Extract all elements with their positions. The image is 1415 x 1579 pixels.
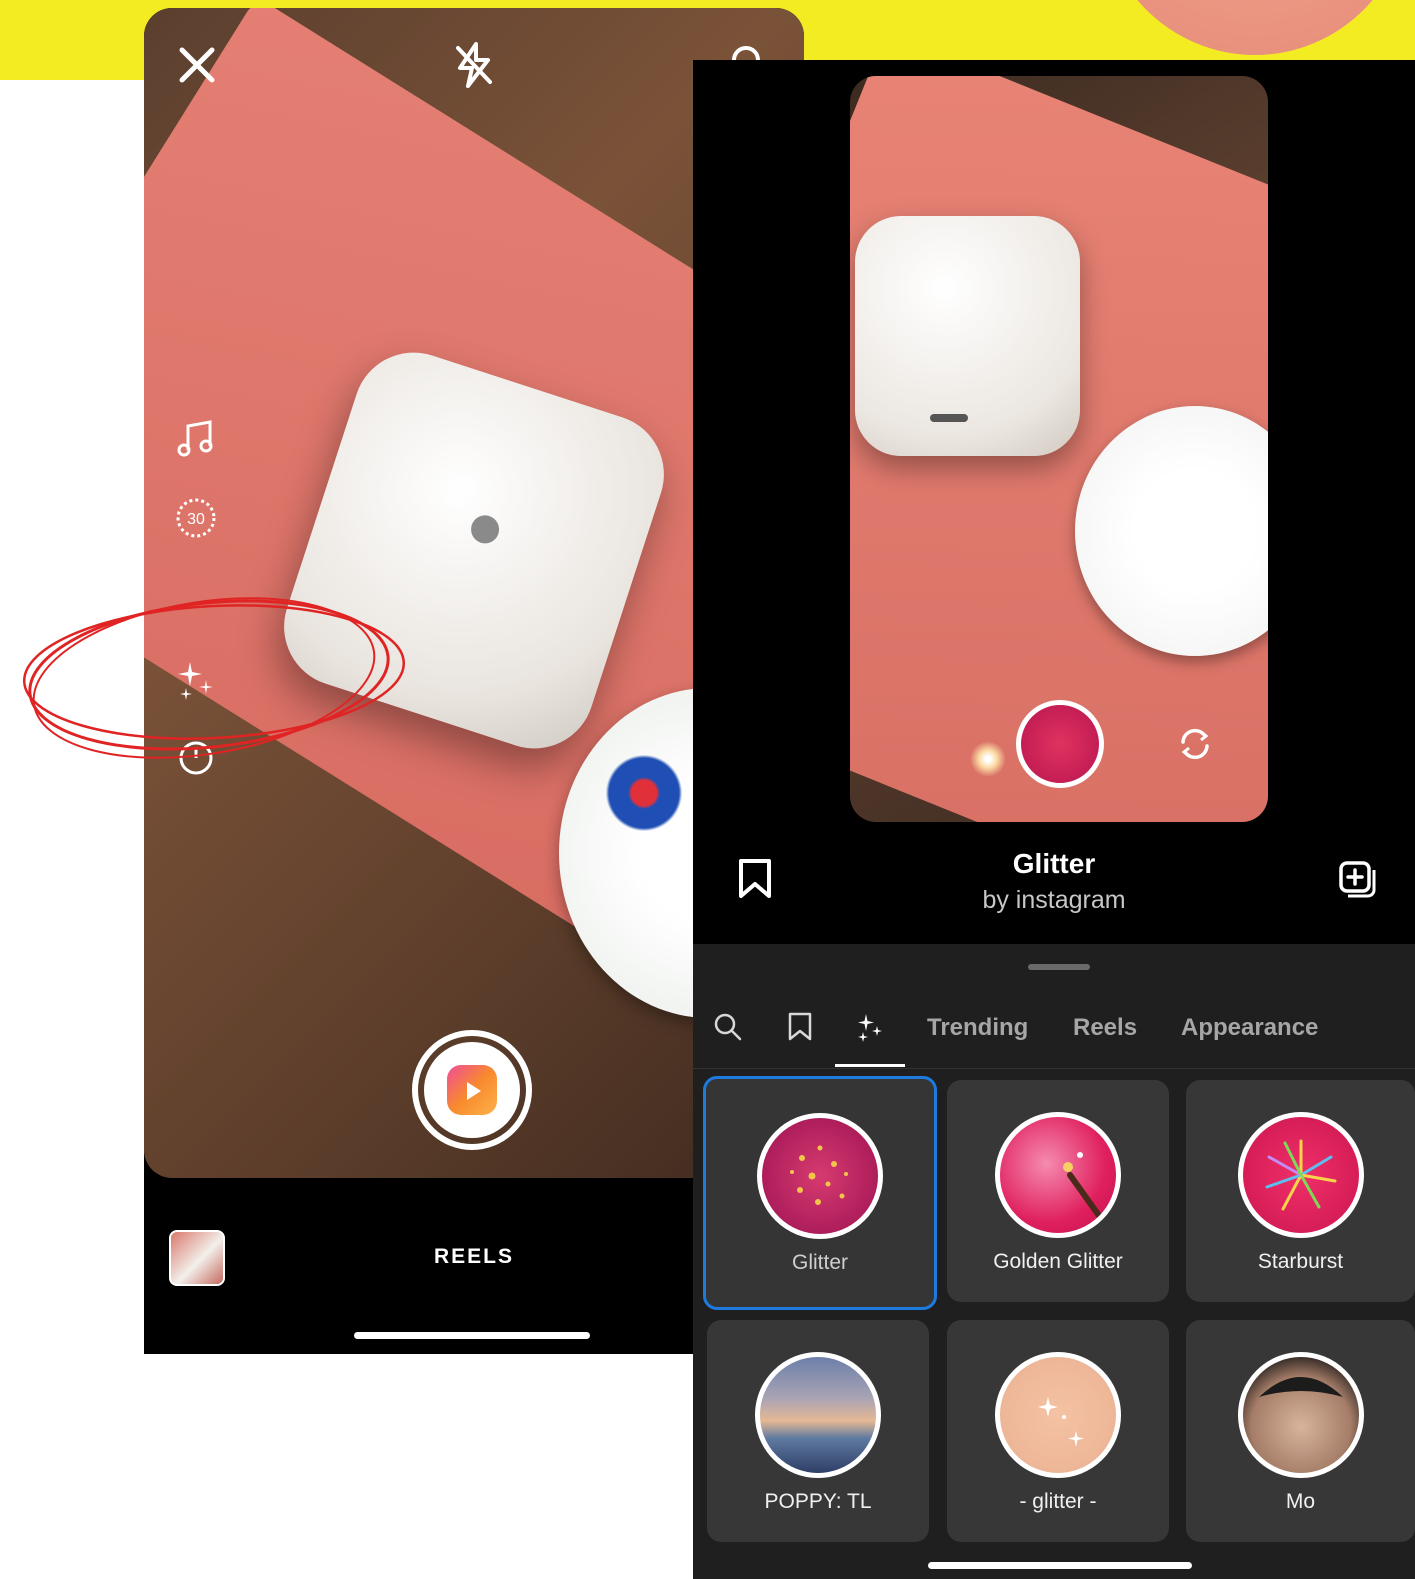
home-indicator: [354, 1332, 590, 1339]
effects-tabs: Trending Reels Appearance: [693, 1002, 1415, 1069]
effects-sheet: Trending Reels Appearance Glitter Golden…: [693, 944, 1415, 1579]
add-effect-icon[interactable]: [1338, 860, 1378, 900]
home-indicator: [928, 1562, 1192, 1569]
effect-label: Starburst: [1257, 1250, 1344, 1273]
effect-card-glitter-2[interactable]: - glitter -: [947, 1320, 1169, 1542]
photo-airpods-case: [855, 216, 1080, 456]
effects-screen: Glitter by instagram Trending Reels Appe…: [693, 60, 1415, 1579]
effect-card-mo[interactable]: Mo: [1186, 1320, 1415, 1542]
effect-thumbnail: [995, 1112, 1121, 1238]
timer-length-icon[interactable]: 30: [174, 496, 218, 540]
effect-label: POPPY: TL: [764, 1490, 872, 1513]
effect-thumbnail: [1237, 1352, 1364, 1478]
reels-logo-icon: [447, 1065, 497, 1115]
music-icon[interactable]: [174, 416, 218, 460]
saved-effects-icon[interactable]: [787, 1012, 819, 1044]
sheet-handle[interactable]: [1028, 964, 1090, 970]
effect-card-golden-glitter[interactable]: Golden Glitter: [947, 1080, 1169, 1302]
tab-trending[interactable]: Trending: [927, 1014, 1028, 1042]
flash-off-icon[interactable]: [452, 42, 496, 96]
flip-camera-icon[interactable]: [1175, 724, 1215, 764]
record-button[interactable]: [412, 1030, 532, 1150]
effect-thumbnail: [1237, 1112, 1364, 1238]
active-tab-indicator: [835, 1064, 905, 1067]
tabs-divider: [693, 1068, 1415, 1069]
tab-appearance[interactable]: Appearance: [1181, 1014, 1318, 1042]
effect-capture-button[interactable]: [1016, 700, 1104, 788]
search-icon[interactable]: [713, 1012, 745, 1044]
effect-preview: [850, 76, 1268, 822]
effect-thumbnail: [755, 1352, 881, 1478]
effect-author[interactable]: by instagram: [693, 886, 1415, 915]
effect-card-starburst[interactable]: Starburst: [1186, 1080, 1415, 1302]
effect-card-poppy-tl[interactable]: POPPY: TL: [707, 1320, 929, 1542]
effect-card-glitter[interactable]: Glitter: [703, 1076, 937, 1310]
effect-thumbnail: [757, 1113, 883, 1239]
effect-label: Glitter: [791, 1251, 848, 1274]
effect-label: - glitter -: [1019, 1490, 1097, 1513]
effect-title: Glitter: [1012, 848, 1096, 879]
browse-effects-icon[interactable]: [855, 1012, 887, 1044]
tab-reels[interactable]: Reels: [1073, 1014, 1137, 1042]
timer-length-value: 30: [187, 511, 205, 528]
annotation-circle: [22, 597, 406, 759]
glitter-sparkle: [970, 741, 1006, 777]
effect-label: Mo: [1285, 1490, 1316, 1513]
effect-label: Golden Glitter: [993, 1250, 1123, 1273]
effect-thumbnail: [995, 1352, 1121, 1478]
close-icon[interactable]: [178, 46, 216, 92]
